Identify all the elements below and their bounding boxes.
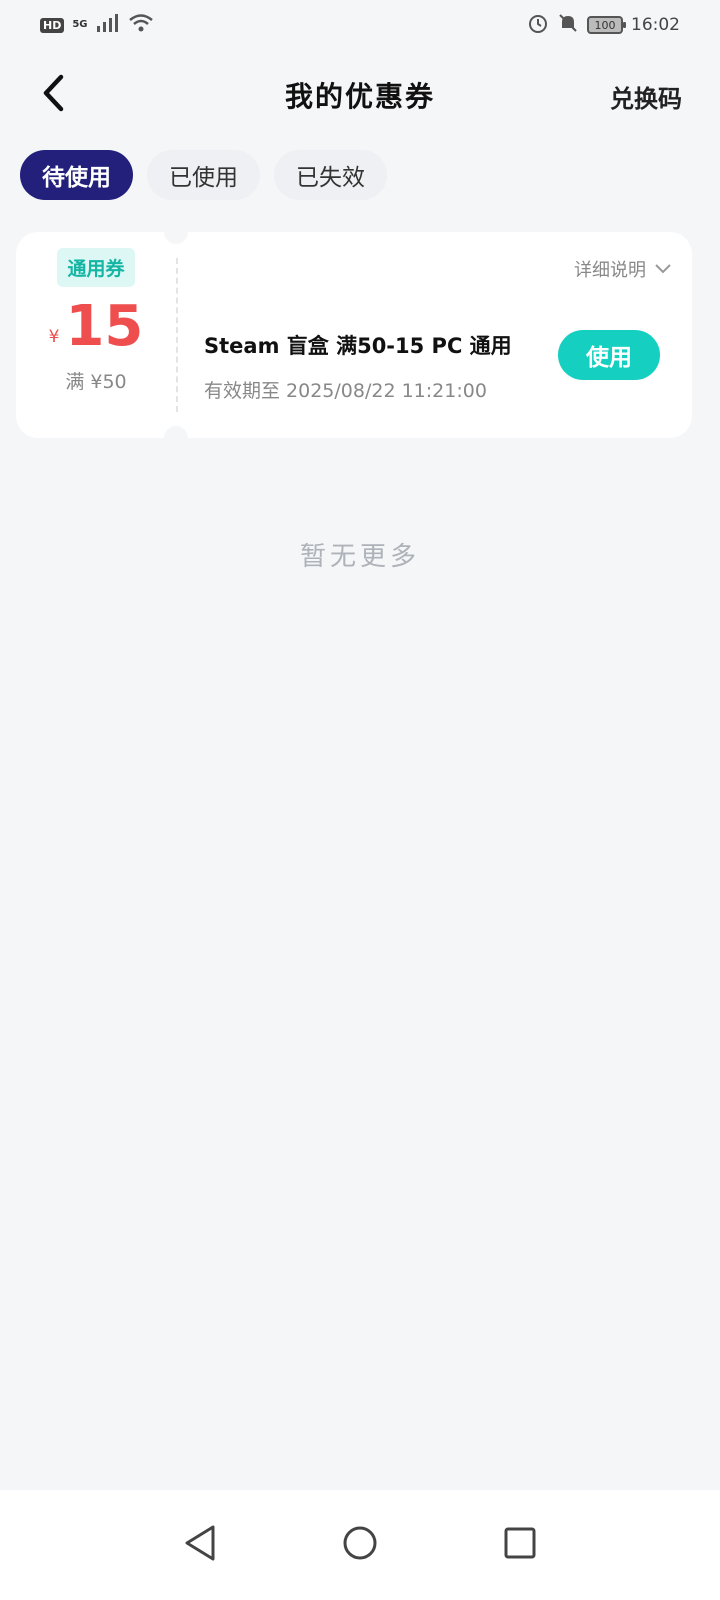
mute-bell-icon [557, 12, 579, 39]
list-end-text: 暂无更多 [299, 542, 420, 572]
tab-expired[interactable]: 已失效 [274, 150, 387, 200]
wifi-icon [128, 13, 154, 38]
coupon-name: Steam 盲盒 满50-15 PC 通用 [204, 334, 512, 358]
coupon-amount-row: ¥ 15 [49, 299, 144, 355]
tab-used[interactable]: 已使用 [147, 150, 260, 200]
back-button[interactable] [30, 71, 78, 119]
coupon-amount: 15 [65, 294, 144, 359]
page-header: 我的优惠券 兑换码 [0, 55, 720, 135]
battery-indicator: 100 [587, 16, 626, 34]
use-coupon-button[interactable]: 使用 [558, 330, 660, 380]
page-title: 我的优惠券 [284, 80, 435, 113]
alarm-icon [527, 12, 549, 39]
tab-unused[interactable]: 待使用 [20, 150, 133, 200]
redeem-code-button[interactable]: 兑换码 [610, 79, 682, 114]
status-left: HD 5G [40, 13, 154, 38]
coupon-info-section: 详细说明 Steam 盲盒 满50-15 PC 通用 有效期至 2025/08/… [176, 232, 692, 438]
signal-icon [96, 13, 120, 37]
coupon-expiry: 有效期至 2025/08/22 11:21:00 [204, 380, 487, 402]
coupon-value-section: 通用券 ¥ 15 满 ¥50 [16, 232, 176, 438]
coupon-card: 通用券 ¥ 15 满 ¥50 详细说明 Steam 盲盒 满50-15 PC 通… [16, 220, 692, 450]
nav-home-button[interactable] [335, 1520, 385, 1570]
coupon-type-tag: 通用券 [57, 248, 135, 287]
triangle-back-icon [183, 1524, 217, 1566]
chevron-down-icon [654, 259, 672, 280]
circle-home-icon [342, 1525, 378, 1565]
network-type: 5G [72, 19, 88, 30]
status-bar: HD 5G 100 16:02 [0, 0, 720, 50]
hd-badge: HD [40, 17, 65, 33]
currency-symbol: ¥ [48, 327, 60, 347]
status-time: 16:02 [631, 15, 680, 35]
chevron-left-icon [41, 74, 67, 116]
status-right: 100 16:02 [527, 12, 680, 39]
detail-toggle[interactable]: 详细说明 [574, 256, 672, 282]
system-nav-bar [0, 1490, 720, 1600]
nav-recents-button[interactable] [495, 1520, 545, 1570]
coupon-threshold: 满 ¥50 [65, 371, 127, 393]
square-recents-icon [503, 1526, 537, 1564]
coupon-tabs: 待使用 已使用 已失效 [20, 150, 387, 200]
nav-back-button[interactable] [175, 1520, 225, 1570]
detail-label: 详细说明 [574, 260, 646, 281]
